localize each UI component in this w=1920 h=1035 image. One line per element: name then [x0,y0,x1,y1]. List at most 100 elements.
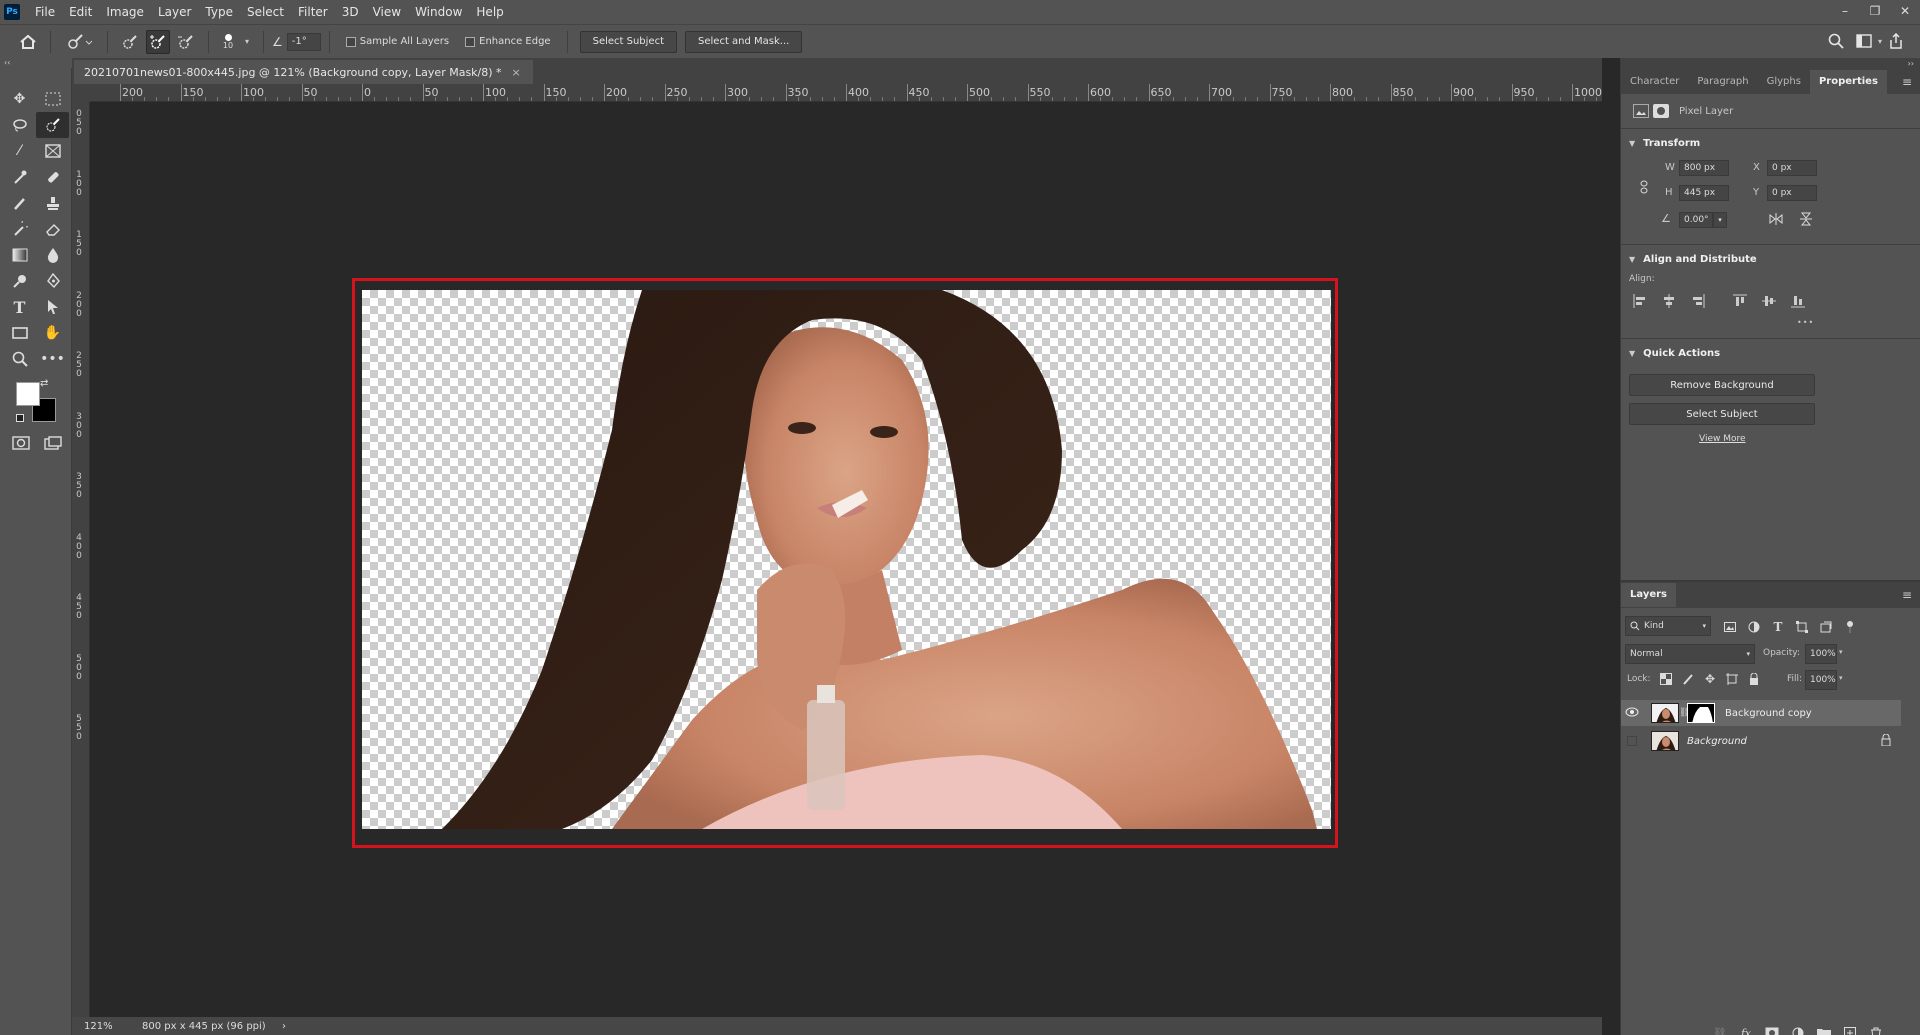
status-menu-arrow[interactable]: › [282,1021,286,1032]
transform-section-header[interactable]: ▼ Transform [1629,138,1700,149]
tab-properties[interactable]: Properties [1809,70,1887,94]
type-tool-icon[interactable]: T [3,294,36,320]
quick-mask-icon[interactable] [12,436,30,453]
foreground-color-swatch[interactable] [16,382,40,406]
blend-mode-select[interactable]: Normal ▾ [1625,644,1755,664]
pixel-layer-icon[interactable] [1633,104,1649,118]
workspace-icon[interactable] [1852,29,1876,53]
remove-background-button[interactable]: Remove Background [1629,374,1815,396]
new-selection-brush-icon[interactable] [118,30,142,54]
tab-layers[interactable]: Layers [1621,583,1676,607]
blur-tool-icon[interactable] [36,242,69,268]
layer-row-background[interactable]: Background [1621,728,1901,754]
hand-tool-icon[interactable]: ✋ [36,320,69,346]
more-align-options-icon[interactable]: ••• [1797,318,1814,327]
menu-3d[interactable]: 3D [335,0,366,24]
select-subject-quick-button[interactable]: Select Subject [1629,403,1815,425]
history-brush-tool-icon[interactable] [3,216,36,242]
delete-layer-icon[interactable] [1867,1024,1885,1035]
lock-artboard-icon[interactable] [1723,670,1741,688]
default-colors-icon[interactable] [16,414,24,422]
add-to-selection-brush-icon[interactable] [146,29,170,54]
align-vertical-centers-icon[interactable] [1760,292,1778,310]
brush-tool-icon[interactable] [3,190,36,216]
zoom-level[interactable]: 121% [72,1021,132,1032]
layer-row-background-copy[interactable]: ⛓ Background copy [1621,700,1901,726]
close-window-button[interactable]: ✕ [1890,0,1920,24]
fill-field[interactable]: 100% [1805,670,1837,690]
menu-type[interactable]: Type [198,0,240,24]
layer-mask-icon[interactable] [1653,104,1669,118]
dodge-tool-icon[interactable] [3,268,36,294]
align-horizontal-centers-icon[interactable] [1660,292,1678,310]
link-layers-icon[interactable]: ⛓ [1711,1024,1729,1035]
chevron-down-icon[interactable]: ▾ [1839,648,1843,656]
chevron-down-icon[interactable]: ▾ [1878,37,1882,46]
swap-colors-icon[interactable]: ⇄ [40,378,48,389]
tab-glyphs[interactable]: Glyphs [1758,70,1810,94]
filter-adjustment-icon[interactable] [1745,618,1763,636]
filter-shape-icon[interactable] [1793,618,1811,636]
chevron-down-icon[interactable]: ▾ [245,37,249,46]
screen-mode-icon[interactable] [44,436,62,453]
add-mask-icon[interactable] [1763,1024,1781,1035]
menu-view[interactable]: View [366,0,408,24]
magic-wand-tool-icon[interactable]: ⁄ [3,138,36,164]
pen-tool-icon[interactable] [36,268,69,294]
menu-select[interactable]: Select [240,0,291,24]
x-field[interactable]: 0 px [1767,160,1817,176]
lasso-tool-icon[interactable] [3,112,36,138]
filter-toggle-icon[interactable] [1841,618,1859,636]
visibility-toggle-off[interactable] [1621,736,1643,746]
angle-field[interactable]: -1° [286,32,321,51]
more-tools-icon[interactable]: ••• [36,346,69,372]
lock-position-icon[interactable]: ✥ [1701,670,1719,688]
frame-tool-icon[interactable] [36,138,69,164]
toolbar-collapse-button[interactable]: ‹‹ [0,58,72,68]
menu-filter[interactable]: Filter [291,0,335,24]
share-icon[interactable] [1884,29,1908,53]
lock-pixels-icon[interactable] [1679,670,1697,688]
ruler-origin[interactable] [72,84,90,102]
height-field[interactable]: 445 px [1679,185,1729,201]
y-field[interactable]: 0 px [1767,185,1817,201]
new-group-icon[interactable] [1815,1024,1833,1035]
rectangle-tool-icon[interactable] [3,320,36,346]
minimize-button[interactable]: – [1830,0,1860,24]
clone-stamp-tool-icon[interactable] [36,190,69,216]
tab-character[interactable]: Character [1621,70,1688,94]
vertical-ruler[interactable]: 050100150200250300350400450500550 [72,102,90,1017]
sample-all-layers-checkbox[interactable]: Sample All Layers [345,36,449,47]
menu-layer[interactable]: Layer [151,0,198,24]
healing-brush-tool-icon[interactable] [36,164,69,190]
layers-menu-icon[interactable]: ≡ [1902,588,1920,602]
panel-collapse-button[interactable]: ›› [1621,58,1920,70]
visibility-eye-icon[interactable] [1621,706,1643,720]
home-icon[interactable] [16,30,40,54]
menu-edit[interactable]: Edit [62,0,99,24]
menu-image[interactable]: Image [99,0,151,24]
align-top-edges-icon[interactable] [1731,292,1749,310]
select-and-mask-button[interactable]: Select and Mask... [685,30,803,53]
align-right-edges-icon[interactable] [1689,292,1707,310]
eraser-tool-icon[interactable] [36,216,69,242]
menu-window[interactable]: Window [408,0,469,24]
zoom-tool-icon[interactable] [3,346,36,372]
lock-all-icon[interactable] [1745,670,1763,688]
link-dimensions-icon[interactable] [1635,178,1653,196]
flip-horizontal-icon[interactable] [1767,210,1785,228]
move-tool-icon[interactable]: ✥ [3,86,36,112]
opacity-field[interactable]: 100% [1805,644,1837,664]
layer-style-icon[interactable]: fx [1737,1024,1755,1035]
filter-pixel-icon[interactable] [1721,618,1739,636]
panel-menu-icon[interactable]: ≡ [1902,75,1920,89]
eyedropper-tool-icon[interactable] [3,164,36,190]
close-document-icon[interactable]: × [512,66,521,79]
align-left-edges-icon[interactable] [1631,292,1649,310]
mask-link-icon[interactable]: ⛓ [1679,708,1690,718]
subtract-from-selection-brush-icon[interactable] [174,30,198,54]
restore-button[interactable]: ❐ [1860,0,1890,24]
layer-lock-icon[interactable] [1881,733,1891,749]
new-layer-icon[interactable] [1841,1024,1859,1035]
quick-selection-tool-icon[interactable] [36,112,69,138]
